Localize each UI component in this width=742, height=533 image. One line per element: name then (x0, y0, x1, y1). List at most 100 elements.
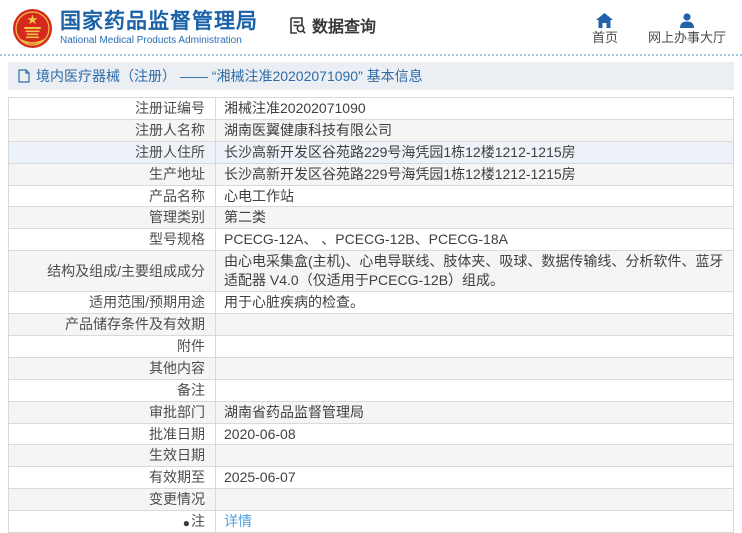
national-emblem-icon (12, 8, 53, 49)
note-icon: ● (182, 516, 190, 531)
table-row: ●适用范围/预期用途 用于心脏疾病的检查。 (8, 291, 734, 315)
info-table: ●注册证编号 湘械注准20202071090 ●注册人名称 湖南医翼健康科技有限… (8, 97, 734, 533)
brand-title-en: National Medical Products Administration (60, 35, 242, 47)
row-label-text: 注册人名称 (135, 121, 205, 138)
row-value: 湖南医翼健康科技有限公司 (215, 118, 734, 142)
row-value-text: 2020-06-08 (224, 425, 296, 442)
row-value: 第二类 (215, 206, 734, 230)
row-label: ●型号规格 (8, 228, 216, 252)
row-value (215, 335, 734, 358)
table-row: ●批准日期 2020-06-08 (8, 422, 734, 446)
table-row: ●生效日期 (8, 444, 734, 468)
home-icon (596, 12, 614, 28)
row-value (215, 488, 734, 512)
table-row: ●生产地址 长沙高新开发区谷苑路229号海凭园1栋12楼1212-1215房 (8, 162, 734, 186)
row-label: ●产品名称 (8, 184, 216, 208)
table-row: ●产品储存条件及有效期 (8, 313, 734, 337)
row-label: ●备注 (8, 378, 216, 402)
row-label-text: 型号规格 (149, 231, 205, 248)
row-value: 长沙高新开发区谷苑路229号海凭园1栋12楼1212-1215房 (215, 162, 734, 186)
brand-title-cn: 国家药品监督管理局 (60, 9, 258, 33)
row-label: ●批准日期 (8, 422, 216, 446)
content-area: 境内医疗器械（注册） —— “湘械注准20202071090” 基本信息 ●注册… (8, 62, 734, 533)
table-row: ●型号规格 PCECG-12A、 、PCECG-12B、PCECG-18A (8, 228, 734, 252)
top-nav: 首页 网上办事大厅 (592, 12, 732, 45)
row-value: 用于心脏疾病的检查。 (215, 291, 734, 315)
table-row: ●备注 (8, 378, 734, 402)
nav-service-hall[interactable]: 网上办事大厅 (647, 12, 726, 45)
table-row: ●变更情况 (8, 488, 734, 512)
table-row: ●结构及组成/主要组成成分 由心电采集盒(主机)、心电导联线、肢体夹、吸球、数据… (8, 250, 734, 293)
row-label-text: 注册人住所 (135, 143, 205, 160)
row-label: ●生效日期 (8, 444, 216, 468)
row-label: ●变更情况 (8, 488, 216, 512)
row-label: ●其他内容 (8, 356, 216, 380)
page: 国家药品监督管理局 National Medical Products Admi… (0, 0, 742, 533)
row-value: 详情 (215, 510, 734, 533)
table-row: ●附件 (8, 335, 734, 358)
row-label: ●注册人住所 (8, 140, 216, 164)
row-label: ●管理类别 (8, 206, 216, 230)
row-value-text: 2025-06-07 (224, 469, 296, 486)
row-label: ●适用范围/预期用途 (8, 291, 216, 315)
row-label-text: 注册证编号 (135, 100, 205, 116)
row-value-text: 第二类 (224, 209, 266, 226)
row-label: ●附件 (8, 335, 216, 358)
row-label-text: 其他内容 (149, 359, 205, 376)
row-value: 2020-06-08 (215, 422, 734, 446)
row-label-text: 产品名称 (149, 187, 205, 204)
row-value: 心电工作站 (215, 184, 734, 208)
table-row: ●注册人名称 湖南医翼健康科技有限公司 (8, 118, 734, 142)
row-value-text: 长沙高新开发区谷苑路229号海凭园1栋12楼1212-1215房 (224, 143, 576, 160)
row-label: ●审批部门 (8, 400, 216, 424)
table-row: ●有效期至 2025-06-07 (8, 466, 734, 490)
row-value (215, 444, 734, 468)
brand-text: 国家药品监督管理局 National Medical Products Admi… (60, 10, 258, 46)
table-row: ●其他内容 (8, 356, 734, 380)
row-label: ●注册人名称 (8, 118, 216, 142)
data-query-icon (288, 16, 307, 35)
row-value-text: 长沙高新开发区谷苑路229号海凭园1栋12楼1212-1215房 (224, 165, 576, 182)
row-label-text: 适用范围/预期用途 (89, 294, 205, 311)
row-value: 长沙高新开发区谷苑路229号海凭园1栋12楼1212-1215房 (215, 140, 734, 164)
row-value: PCECG-12A、 、PCECG-12B、PCECG-18A (215, 228, 734, 252)
row-label-text: 附件 (177, 338, 205, 355)
row-value-text: PCECG-12A、 、PCECG-12B、PCECG-18A (224, 231, 508, 248)
row-value: 湖南省药品监督管理局 (215, 400, 734, 424)
row-value: 由心电采集盒(主机)、心电导联线、肢体夹、吸球、数据传输线、分析软件、蓝牙适配器… (215, 250, 734, 293)
detail-link[interactable]: 详情 (224, 513, 252, 529)
row-label-text: 产品储存条件及有效期 (65, 316, 205, 333)
row-value-text: 用于心脏疾病的检查。 (224, 294, 364, 311)
nav-service-hall-label: 网上办事大厅 (647, 29, 726, 45)
row-label-text: 注 (191, 513, 205, 530)
row-value (215, 313, 734, 337)
table-row: ●产品名称 心电工作站 (8, 184, 734, 208)
site-header: 国家药品监督管理局 National Medical Products Admi… (0, 0, 742, 56)
table-row: ●注册人住所 长沙高新开发区谷苑路229号海凭园1栋12楼1212-1215房 (8, 140, 734, 164)
row-label-text: 备注 (177, 381, 205, 398)
row-label: ●注册证编号 (8, 97, 216, 120)
nav-home[interactable]: 首页 (592, 12, 618, 44)
row-value-text: 由心电采集盒(主机)、心电导联线、肢体夹、吸球、数据传输线、分析软件、蓝牙适配器… (224, 253, 724, 289)
info-table-body: ●注册证编号 湘械注准20202071090 ●注册人名称 湖南医翼健康科技有限… (8, 97, 734, 533)
row-label-text: 批准日期 (149, 425, 205, 442)
table-row: ●注册证编号 湘械注准20202071090 (8, 97, 734, 120)
row-label: ●注 (8, 510, 216, 533)
row-label: ●有效期至 (8, 466, 216, 490)
data-query-tab[interactable]: 数据查询 (288, 13, 376, 37)
table-row: ●审批部门 湖南省药品监督管理局 (8, 400, 734, 424)
row-label: ●结构及组成/主要组成成分 (8, 250, 216, 293)
row-label-text: 审批部门 (149, 403, 205, 420)
page-title: 境内医疗器械（注册） —— “湘械注准20202071090” 基本信息 (36, 68, 423, 84)
person-icon (679, 12, 695, 28)
brand-logo[interactable]: 国家药品监督管理局 National Medical Products Admi… (12, 8, 258, 49)
row-value-text: 湖南医翼健康科技有限公司 (224, 121, 392, 138)
row-label-text: 变更情况 (149, 491, 205, 508)
row-label: ●产品储存条件及有效期 (8, 313, 216, 337)
data-query-label: 数据查询 (312, 19, 377, 36)
row-value: 2025-06-07 (215, 466, 734, 490)
row-label-text: 有效期至 (149, 469, 205, 486)
row-value-text: 湘械注准20202071090 (224, 100, 366, 116)
row-value-text: 心电工作站 (224, 187, 294, 204)
document-icon (18, 69, 30, 83)
